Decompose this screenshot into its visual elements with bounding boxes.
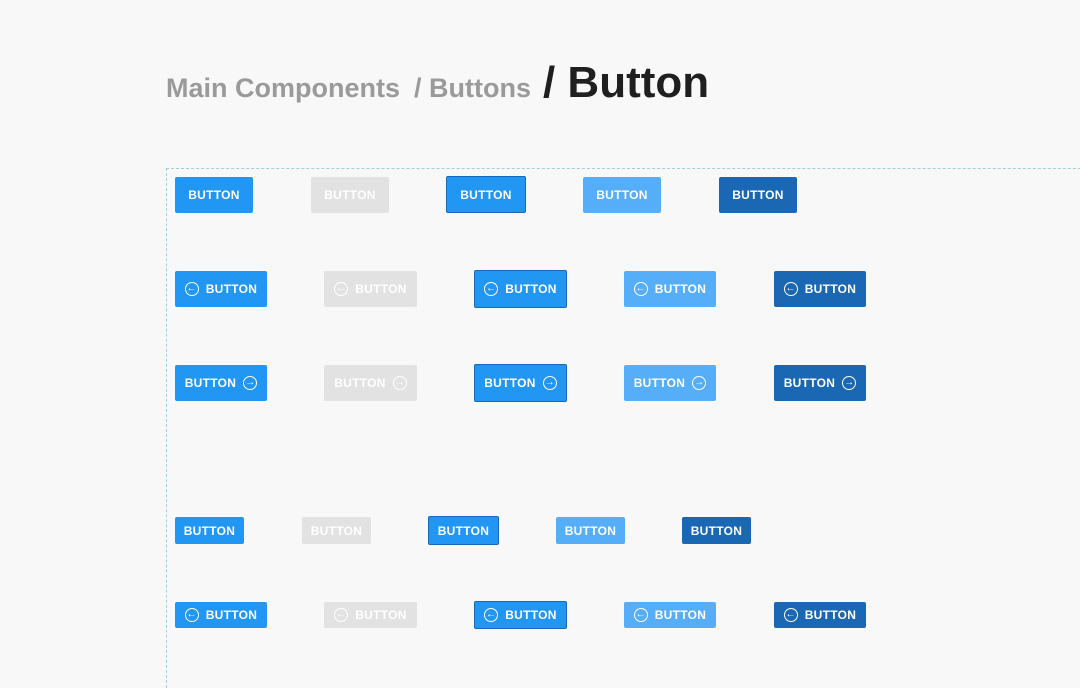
button-label: BUTTON: [188, 188, 240, 202]
button-small-icon-left-pressed[interactable]: ← BUTTON: [774, 602, 866, 628]
button-small-hover[interactable]: BUTTON: [556, 517, 625, 544]
button-small-icon-left-hover[interactable]: ← BUTTON: [624, 602, 716, 628]
button-label: BUTTON: [654, 282, 707, 296]
button-small-icon-left-focused[interactable]: ← BUTTON: [474, 601, 567, 629]
button-small-pressed[interactable]: BUTTON: [682, 517, 751, 544]
button-label: BUTTON: [355, 608, 407, 622]
button-label: BUTTON: [804, 608, 857, 622]
button-label: BUTTON: [205, 282, 258, 296]
arrow-circle-left-icon: ←: [484, 282, 499, 296]
button-small-default[interactable]: BUTTON: [175, 517, 244, 544]
button-icon-right-hover[interactable]: BUTTON →: [624, 365, 716, 401]
button-label: BUTTON: [460, 187, 512, 202]
button-small-icon-left-default[interactable]: ← BUTTON: [175, 602, 267, 628]
button-label: BUTTON: [505, 282, 557, 296]
button-icon-right-disabled: BUTTON →: [324, 365, 417, 401]
button-default[interactable]: BUTTON: [175, 177, 253, 213]
button-label: BUTTON: [804, 282, 857, 296]
button-label: BUTTON: [205, 608, 258, 622]
arrow-circle-right-icon: →: [692, 376, 707, 390]
button-label: BUTTON: [690, 523, 743, 538]
button-label: BUTTON: [324, 188, 376, 202]
button-icon-right-pressed[interactable]: BUTTON →: [774, 365, 866, 401]
button-hover[interactable]: BUTTON: [583, 177, 661, 213]
button-label: BUTTON: [437, 523, 490, 538]
button-small-icon-left-disabled: ← BUTTON: [324, 602, 417, 628]
page-title: / Button: [542, 58, 710, 107]
button-icon-left-focused[interactable]: ← BUTTON: [474, 270, 567, 308]
arrow-circle-left-icon: ←: [633, 608, 648, 622]
button-label: BUTTON: [654, 608, 707, 622]
button-label: BUTTON: [184, 376, 237, 390]
button-label: BUTTON: [505, 608, 557, 622]
arrow-circle-left-icon: ←: [783, 608, 798, 622]
button-label: BUTTON: [355, 282, 407, 296]
arrow-circle-left-icon: ←: [633, 282, 648, 296]
button-label: BUTTON: [596, 188, 648, 202]
arrow-circle-left-icon: ←: [783, 282, 798, 296]
button-focused[interactable]: BUTTON: [446, 176, 526, 213]
button-pressed[interactable]: BUTTON: [719, 177, 797, 213]
arrow-circle-right-icon: →: [392, 376, 407, 390]
button-small-disabled: BUTTON: [302, 517, 371, 544]
button-label: BUTTON: [183, 523, 236, 538]
button-label: BUTTON: [310, 523, 363, 538]
arrow-circle-right-icon: →: [842, 376, 857, 390]
button-disabled: BUTTON: [311, 177, 389, 213]
button-icon-left-pressed[interactable]: ← BUTTON: [774, 271, 866, 307]
button-label: BUTTON: [732, 188, 784, 202]
arrow-circle-left-icon: ←: [484, 608, 499, 622]
button-label: BUTTON: [564, 523, 617, 538]
arrow-circle-right-icon: →: [243, 376, 258, 390]
button-icon-right-focused[interactable]: BUTTON →: [474, 364, 567, 402]
breadcrumb-main-components[interactable]: Main Components: [166, 73, 400, 104]
breadcrumb: Main Components / Buttons / Button: [166, 58, 709, 108]
button-icon-right-default[interactable]: BUTTON →: [175, 365, 267, 401]
arrow-circle-left-icon: ←: [334, 608, 349, 622]
breadcrumb-buttons[interactable]: / Buttons: [414, 73, 531, 104]
button-icon-left-default[interactable]: ← BUTTON: [175, 271, 267, 307]
button-label: BUTTON: [334, 376, 386, 390]
button-icon-left-disabled: ← BUTTON: [324, 271, 417, 307]
components-frame: [166, 168, 1080, 688]
button-label: BUTTON: [783, 376, 836, 390]
arrow-circle-left-icon: ←: [184, 608, 199, 622]
arrow-circle-left-icon: ←: [334, 282, 349, 296]
button-icon-left-hover[interactable]: ← BUTTON: [624, 271, 716, 307]
arrow-circle-right-icon: →: [542, 376, 557, 390]
button-small-focused[interactable]: BUTTON: [428, 516, 499, 545]
arrow-circle-left-icon: ←: [184, 282, 199, 296]
button-label: BUTTON: [484, 376, 536, 390]
button-label: BUTTON: [633, 376, 686, 390]
